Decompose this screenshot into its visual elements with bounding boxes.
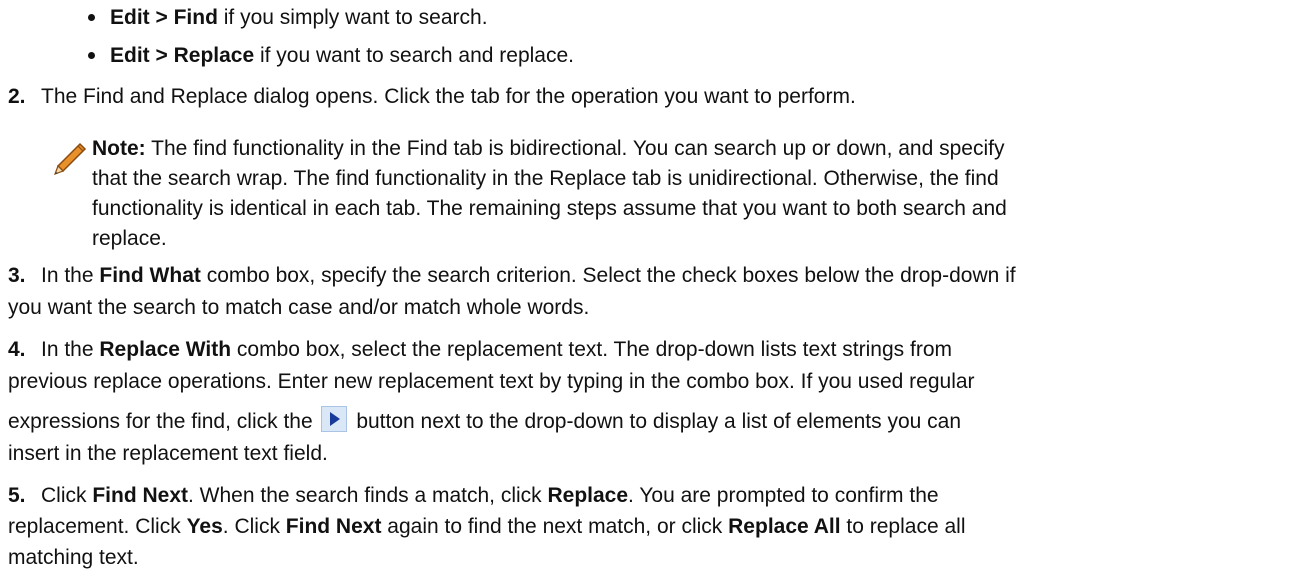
menu-path-find: Edit > Find <box>110 6 218 29</box>
bullet-dot <box>88 52 95 59</box>
ui-label-replace-with: Replace With <box>99 338 232 361</box>
note-line-4: replace. <box>92 227 167 250</box>
pencil-icon <box>53 142 87 176</box>
bullet-item-find: Edit > Find if you simply want to search… <box>110 6 488 29</box>
step-4-line-4: insert in the replacement text field. <box>8 442 328 465</box>
play-arrow-icon <box>321 406 348 432</box>
menu-path-replace: Edit > Replace <box>110 44 255 67</box>
ui-label-find-what: Find What <box>99 264 201 287</box>
ui-label-find-next: Find Next <box>92 484 189 507</box>
note-label: Note: <box>92 137 146 160</box>
step-number: 2. <box>8 85 26 108</box>
ui-label-replace-all: Replace All <box>728 515 841 538</box>
step-5-line-3: matching text. <box>8 546 139 569</box>
ui-label-yes: Yes <box>186 515 223 538</box>
step-4-line-3: expressions for the find, click the butt… <box>8 406 961 435</box>
step-5-line-1: Click Find Next. When the search finds a… <box>41 484 939 507</box>
ui-label-find-next: Find Next <box>285 515 382 538</box>
step-3-line-1: In the Find What combo box, specify the … <box>41 264 1016 287</box>
bullet-dot <box>88 14 95 21</box>
note-line-1: Note: The find functionality in the Find… <box>92 137 1005 160</box>
step-number: 4. <box>8 338 26 361</box>
note-line-2: that the search wrap. The find functiona… <box>92 167 999 190</box>
step-3-line-2: you want the search to match case and/or… <box>8 296 590 319</box>
bullet-item-replace: Edit > Replace if you want to search and… <box>110 44 574 67</box>
note-line-3: functionality is identical in each tab. … <box>92 197 1007 220</box>
step-5-line-2: replacement. Click Yes. Click Find Next … <box>8 515 966 538</box>
document: Edit > Find if you simply want to search… <box>0 0 1298 577</box>
step-4-line-2: previous replace operations. Enter new r… <box>8 370 975 393</box>
step-4-line-1: In the Replace With combo box, select th… <box>41 338 952 361</box>
step-number: 3. <box>8 264 26 287</box>
step-2-text: The Find and Replace dialog opens. Click… <box>41 85 856 108</box>
step-number: 5. <box>8 484 26 507</box>
ui-label-replace: Replace <box>547 484 629 507</box>
